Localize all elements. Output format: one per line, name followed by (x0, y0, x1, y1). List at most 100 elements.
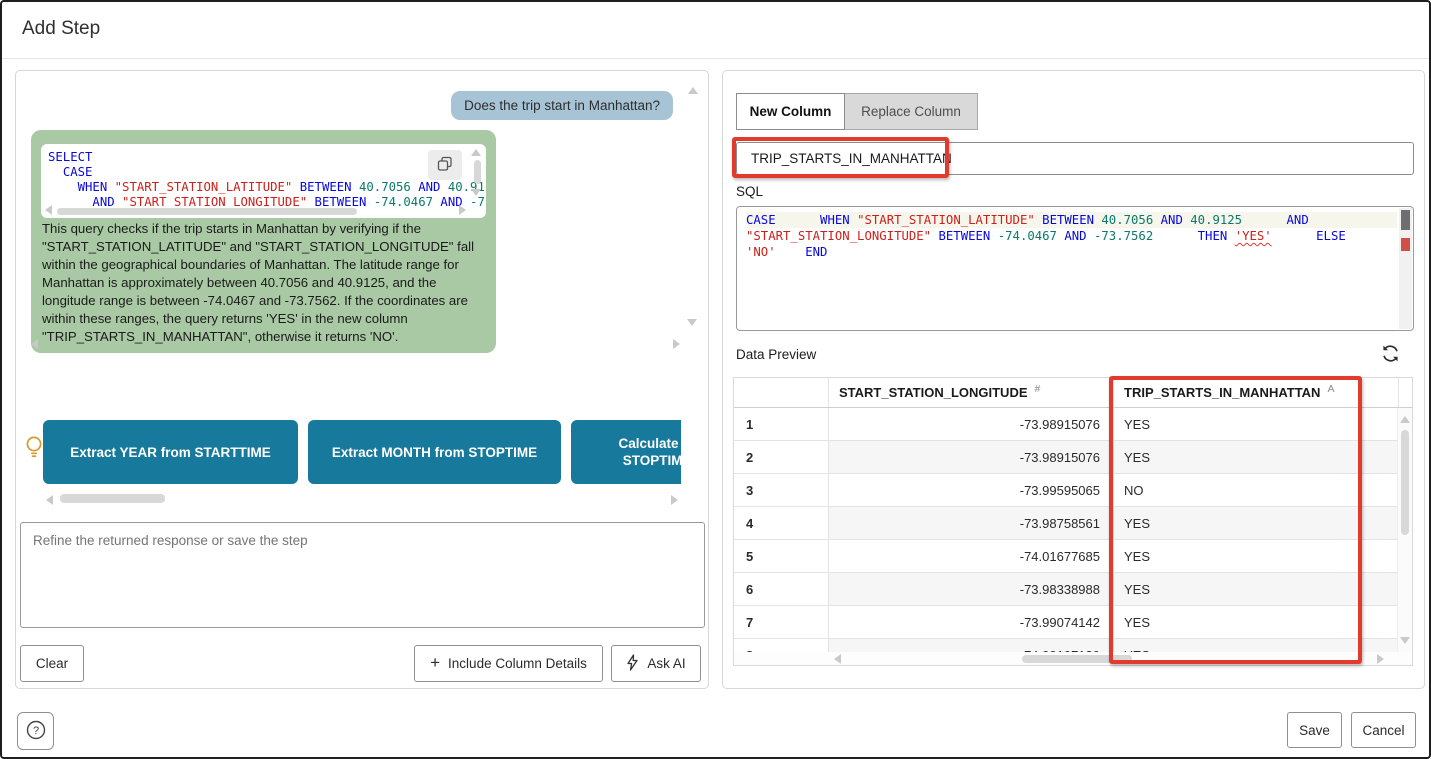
table-hscroll-thumb[interactable] (1022, 655, 1132, 663)
suggestion-button-3[interactable]: Calculate differeSTOPTIME and (571, 420, 681, 484)
column-panel: New Column Replace Column SQL CASE WHEN … (722, 70, 1425, 689)
sql-editor-error-marker (1401, 238, 1410, 251)
data-preview-label: Data Preview (736, 347, 816, 362)
code-scroll-left-icon[interactable] (45, 205, 52, 215)
add-step-dialog: Add Step Does the trip start in Manhatta… (0, 0, 1431, 759)
suggestion-hscroll-thumb[interactable] (60, 494, 165, 503)
column-header-longitude-label: START_STATION_LONGITUDE (839, 385, 1028, 400)
chat-scroll-right-icon[interactable] (673, 339, 680, 349)
column-header-longitude[interactable]: START_STATION_LONGITUDE # (829, 378, 1114, 407)
clear-button-label: Clear (36, 656, 68, 671)
save-button[interactable]: Save (1287, 712, 1342, 748)
code-hscroll-thumb[interactable] (57, 208, 357, 215)
column-header-spacer (1399, 378, 1414, 407)
refresh-button[interactable] (1378, 343, 1402, 367)
table-vscroll[interactable] (1397, 408, 1412, 652)
suggestion-button-2[interactable]: Extract MONTH from STOPTIME (308, 420, 561, 484)
table-cell: -73.98915076 (829, 441, 1114, 474)
table-row: 4-73.98758561YES (734, 507, 1412, 540)
user-question-bubble: Does the trip start in Manhattan? (451, 91, 673, 120)
table-vscroll-thumb[interactable] (1401, 430, 1409, 535)
code-scroll-down-icon[interactable] (471, 189, 481, 196)
tab-replace-column[interactable]: Replace Column (845, 93, 978, 130)
table-cell: -73.99074142 (829, 606, 1114, 639)
lightning-icon (626, 654, 639, 674)
code-vscroll-thumb[interactable] (474, 160, 481, 184)
include-column-details-label: Include Column Details (448, 656, 587, 671)
prompt-input[interactable] (20, 522, 705, 628)
column-mode-tabs: New Column Replace Column (736, 93, 978, 130)
table-cell: -73.99595065 (829, 474, 1114, 507)
table-row: 3-73.99595065NO (734, 474, 1412, 507)
text-type-icon: A (1327, 383, 1334, 395)
tab-replace-column-label: Replace Column (861, 104, 961, 119)
page-title: Add Step (22, 18, 100, 40)
table-cell: 7 (734, 606, 829, 639)
table-cell: YES (1114, 441, 1399, 474)
plus-icon: + (430, 653, 440, 673)
suggestion-scroll-right-icon[interactable] (671, 495, 678, 505)
column-header-rownum (734, 378, 829, 407)
sql-section-label: SQL (736, 184, 763, 199)
tab-new-column-label: New Column (750, 104, 832, 119)
dialog-header: Add Step (2, 2, 1429, 59)
table-cell: -73.98915076 (829, 408, 1114, 441)
table-scroll-down-icon[interactable] (1400, 637, 1410, 644)
preview-table-body: 1-73.98915076YES2-73.98915076YES3-73.995… (734, 408, 1412, 652)
table-cell: 2 (734, 441, 829, 474)
include-column-details-button[interactable]: + Include Column Details (414, 645, 603, 682)
sql-code-text: SELECT CASE WHEN "START_STATION_LATITUDE… (48, 150, 462, 210)
table-scroll-right-icon[interactable] (1377, 654, 1384, 664)
table-scroll-left-icon[interactable] (834, 654, 841, 664)
suggestion-button-1[interactable]: Extract YEAR from STARTTIME (43, 420, 298, 484)
table-cell: YES (1114, 639, 1399, 652)
sql-editor-text: CASE WHEN "START_STATION_LATITUDE" BETWE… (746, 212, 1397, 260)
chat-scroll-left-icon[interactable] (31, 339, 38, 349)
cancel-button-label: Cancel (1362, 723, 1404, 738)
table-cell: YES (1114, 408, 1399, 441)
table-cell: -73.98338988 (829, 573, 1114, 606)
sql-editor-vscroll[interactable] (1399, 208, 1412, 329)
column-name-input[interactable] (736, 142, 1414, 175)
help-button[interactable]: ? (17, 712, 54, 750)
table-hscroll[interactable] (734, 652, 1412, 665)
cancel-button[interactable]: Cancel (1351, 712, 1416, 748)
clear-button[interactable]: Clear (20, 645, 84, 682)
copy-button[interactable] (428, 150, 462, 180)
table-cell: 5 (734, 540, 829, 573)
numeric-type-icon: # (1035, 383, 1041, 395)
sql-editor-vscroll-thumb[interactable] (1401, 210, 1410, 230)
table-cell: YES (1114, 507, 1399, 540)
table-scroll-up-icon[interactable] (1400, 416, 1410, 423)
table-cell: -74.00197139 (829, 639, 1114, 652)
ai-answer-bubble: SELECT CASE WHEN "START_STATION_LATITUDE… (31, 130, 496, 353)
save-button-label: Save (1299, 723, 1330, 738)
chat-scroll-down-icon[interactable] (687, 319, 697, 326)
suggestion-list: Extract YEAR from STARTTIMEExtract MONTH… (43, 420, 681, 484)
sql-editor[interactable]: CASE WHEN "START_STATION_LATITUDE" BETWE… (736, 206, 1414, 331)
tab-new-column[interactable]: New Column (736, 93, 845, 130)
svg-text:?: ? (32, 725, 38, 737)
table-row: 5-74.01677685YES (734, 540, 1412, 573)
ask-ai-label: Ask AI (647, 656, 685, 671)
table-cell: NO (1114, 474, 1399, 507)
code-scroll-right-icon[interactable] (459, 205, 466, 215)
copy-icon (437, 156, 453, 175)
suggestion-scroll-left-icon[interactable] (46, 495, 53, 505)
chat-panel: Does the trip start in Manhattan? SELECT… (15, 70, 709, 689)
help-icon: ? (25, 719, 47, 744)
lightbulb-icon (24, 435, 44, 467)
table-row: 2-73.98915076YES (734, 441, 1412, 474)
data-preview-table: START_STATION_LONGITUDE # TRIP_STARTS_IN… (733, 377, 1413, 666)
refresh-icon (1380, 352, 1401, 367)
ai-explanation-text: This query checks if the trip starts in … (42, 220, 488, 349)
table-cell: YES (1114, 606, 1399, 639)
chat-scroll-up-icon[interactable] (688, 87, 698, 94)
table-row: 6-73.98338988YES (734, 573, 1412, 606)
code-scroll-up-icon[interactable] (471, 149, 481, 156)
table-cell: YES (1114, 540, 1399, 573)
ask-ai-button[interactable]: Ask AI (611, 645, 701, 682)
column-header-manhattan[interactable]: TRIP_STARTS_IN_MANHATTAN A (1114, 378, 1399, 407)
table-cell: 4 (734, 507, 829, 540)
sql-code-snippet: SELECT CASE WHEN "START_STATION_LATITUDE… (41, 144, 486, 218)
